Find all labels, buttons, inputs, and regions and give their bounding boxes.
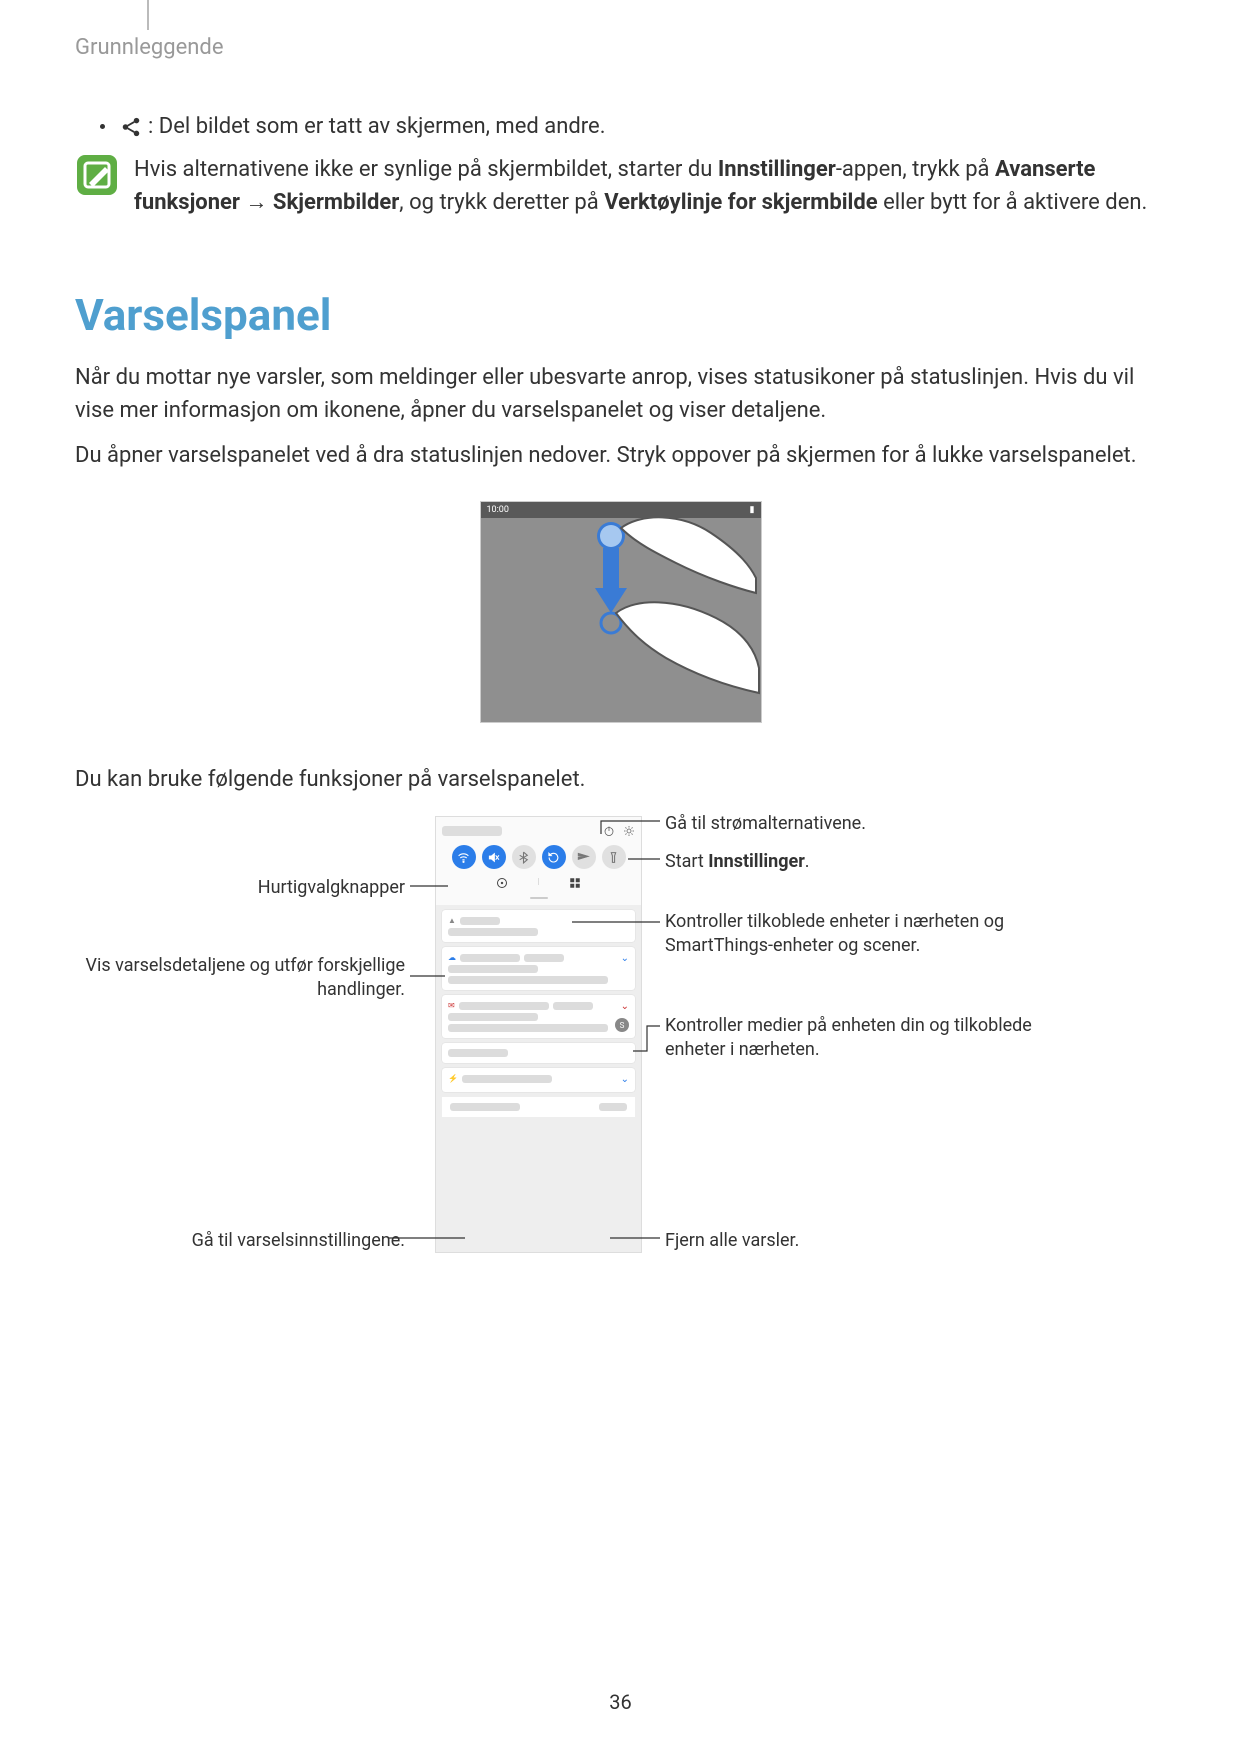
callout-details: Vis varselsdetaljene og utfør forskjelli… [75, 954, 405, 1003]
swipe-figure-wrap: 10:00 ▮ [75, 497, 1166, 723]
swipe-figure: 10:00 ▮ [480, 501, 762, 723]
share-icon [120, 116, 142, 138]
note-icon [75, 153, 119, 197]
section-title: Varselspanel [75, 289, 1166, 341]
page-number: 36 [0, 1690, 1241, 1714]
note-row: Hvis alternativene ikke er synlige på sk… [75, 153, 1166, 219]
callout-power: Gå til strømalternativene. [665, 812, 1065, 836]
callout-settings: Start Innstillinger. [665, 850, 1065, 874]
status-time: 10:00 [487, 505, 509, 515]
share-bullet-text: : Del bildet som er tatt av skjermen, me… [148, 110, 606, 143]
panel-diagram: | ▲ ⌄ ☁ ⌄ ✉ S [75, 816, 1166, 1266]
callout-devices: Kontroller tilkoblede enheter i nærheten… [665, 910, 1065, 959]
chapter-label: Grunnleggende [75, 35, 1166, 60]
callout-clear: Fjern alle varsler. [665, 1229, 1065, 1253]
callout-quick: Hurtigvalgknapper [75, 876, 405, 900]
callout-notif-settings: Gå til varselsinnstillingene. [75, 1229, 405, 1253]
callout-media: Kontroller medier på enheten din og tilk… [665, 1014, 1065, 1063]
note-text: Hvis alternativene ikke er synlige på sk… [134, 153, 1166, 219]
paragraph-1: Når du mottar nye varsler, som meldinger… [75, 361, 1166, 427]
paragraph-3: Du kan bruke følgende funksjoner på vars… [75, 763, 1166, 796]
battery-icon: ▮ [750, 505, 755, 515]
bullet-dot [100, 124, 105, 129]
paragraph-2: Du åpner varselspanelet ved å dra status… [75, 439, 1166, 472]
share-bullet-row: : Del bildet som er tatt av skjermen, me… [100, 110, 1166, 143]
